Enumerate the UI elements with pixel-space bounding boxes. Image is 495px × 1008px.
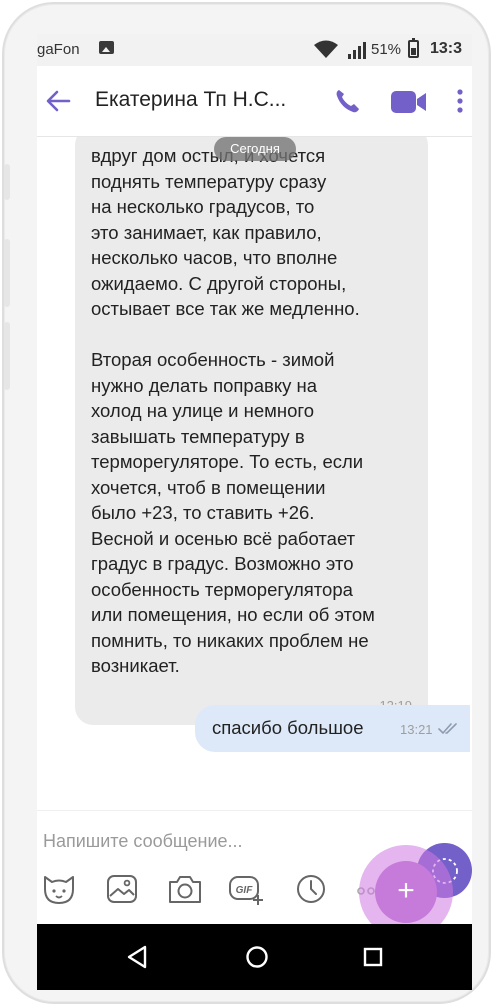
phone-icon[interactable] (332, 86, 362, 116)
video-camera-icon[interactable] (389, 88, 429, 116)
gif-icon[interactable]: GIF (227, 871, 267, 907)
sticker-icon[interactable] (39, 871, 79, 907)
clock-time: 13:3 (430, 40, 463, 57)
photo-notification-icon (99, 41, 114, 54)
incoming-message[interactable]: вдруг дом остыл, и хочется поднять темпе… (75, 137, 428, 725)
phone-screen: gaFon 51% 13:3 Екатерина Тп Н.С... вдруг… (37, 34, 472, 990)
outgoing-message[interactable]: спасибо большое 13:21 (195, 705, 470, 752)
battery-icon (408, 38, 419, 58)
more-vert-icon[interactable] (450, 85, 470, 117)
plus-icon: + (397, 874, 415, 907)
camera-icon[interactable] (165, 871, 205, 907)
clock-icon[interactable] (291, 871, 331, 907)
chat-header: Екатерина Тп Н.С... (37, 66, 472, 137)
nav-recent-icon[interactable] (362, 946, 384, 968)
phone-frame: gaFon 51% 13:3 Екатерина Тп Н.С... вдруг… (2, 2, 491, 1004)
phone-side-button (4, 322, 10, 390)
message-list[interactable]: вдруг дом остыл, и хочется поднять темпе… (37, 137, 472, 847)
battery-percent: 51% (371, 41, 402, 58)
outgoing-message-text: спасибо большое (212, 717, 364, 738)
incoming-message-text: вдруг дом остыл, и хочется поднять темпе… (91, 145, 375, 676)
phone-side-button (4, 164, 10, 200)
double-check-icon (438, 723, 457, 735)
wifi-icon (314, 40, 338, 58)
status-bar: gaFon 51% 13:3 (37, 34, 472, 66)
gallery-icon[interactable] (102, 871, 142, 907)
back-arrow-icon[interactable] (41, 84, 75, 118)
nav-back-icon[interactable] (125, 944, 149, 970)
composer: GIF + (37, 810, 472, 939)
phone-side-button (4, 239, 10, 307)
signal-icon (348, 42, 366, 59)
gif-label: GIF (236, 885, 254, 896)
chat-title[interactable]: Екатерина Тп Н.С... (95, 88, 310, 112)
message-input[interactable] (41, 825, 375, 857)
carrier-name: gaFon (37, 41, 80, 58)
outgoing-message-time: 13:21 (400, 722, 433, 737)
date-chip: Сегодня (214, 137, 296, 161)
system-nav-bar (37, 924, 472, 990)
plus-button[interactable]: + (375, 861, 437, 923)
nav-home-icon[interactable] (244, 944, 270, 970)
